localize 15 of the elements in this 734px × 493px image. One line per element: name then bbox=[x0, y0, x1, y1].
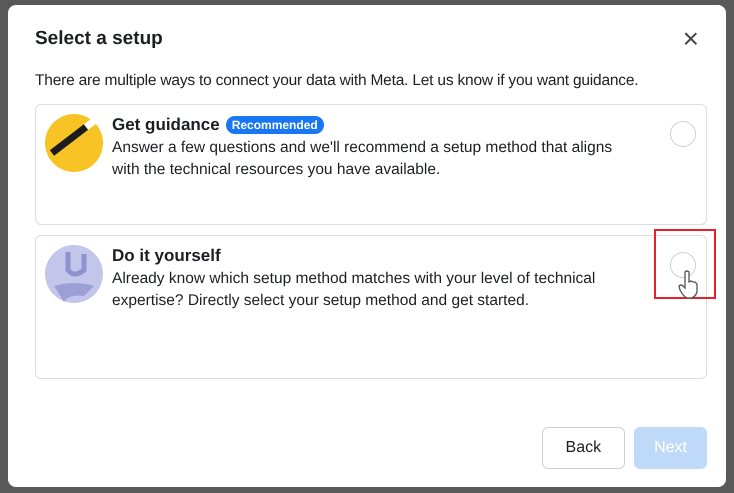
option-title: Get guidance bbox=[112, 115, 220, 135]
radio-button[interactable] bbox=[670, 121, 696, 147]
option-card[interactable]: Do it yourself Already know which setup method matches with your level of technical expertise? Directly select your setup method and get started. bbox=[35, 235, 707, 379]
hand-cursor-icon bbox=[678, 270, 700, 300]
option-title: Do it yourself bbox=[112, 246, 221, 266]
back-button[interactable]: Back bbox=[542, 427, 626, 469]
option-description: Already know which setup method matches with your level of technical expertise? Directly select your setup method and get started. bbox=[112, 269, 596, 311]
option-description: Answer a few questions and we'll recommend a setup method that aligns with the technical resources you have available. bbox=[112, 138, 614, 180]
close-button[interactable]: × bbox=[674, 27, 707, 51]
recommended-badge: Recommended bbox=[226, 116, 324, 134]
wrench-icon bbox=[44, 244, 104, 304]
option-card[interactable]: Get guidance Recommended Answer a few questions and we'll recommend a setup method that aligns with the technical resources you have available. bbox=[35, 104, 707, 225]
magic-wand-icon bbox=[44, 113, 104, 173]
dialog-description: There are multiple ways to connect your data with Meta. Let us know if you want guidance. bbox=[35, 72, 640, 90]
dialog-title: Select a setup bbox=[35, 28, 163, 50]
